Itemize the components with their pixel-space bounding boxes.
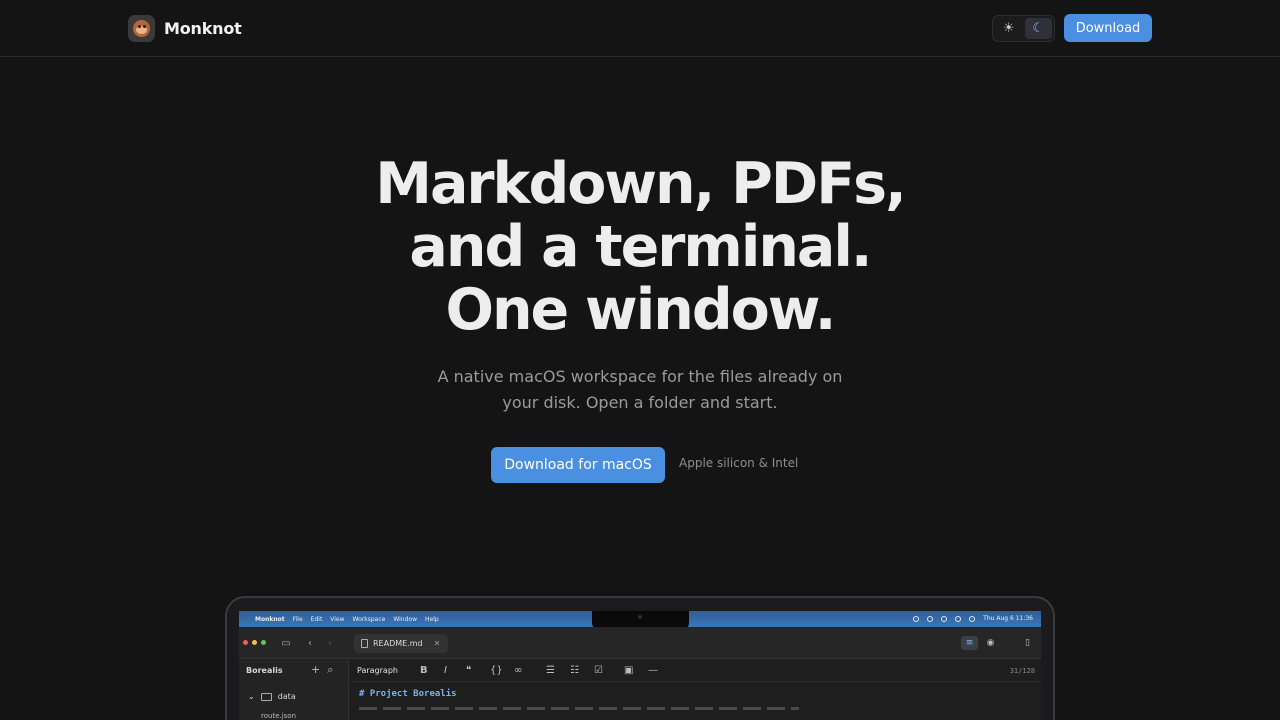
theme-toggle: ☀ ☾ (992, 15, 1055, 42)
forward-arrow-icon: › (328, 637, 332, 649)
search-icon: ⌕ (327, 663, 334, 676)
markdown-editor: Paragraph B I ❝ {} ∞ ☰ ☷ ☑ ▣ — 31/128 # … (350, 660, 1041, 720)
sidebar-toggle-icon: ▭ (281, 637, 291, 649)
code-braces-icon: {} (490, 665, 503, 676)
status-icon (941, 615, 948, 622)
menubar-app-name: Monknot (255, 615, 285, 623)
header-download-button[interactable]: Download (1064, 14, 1152, 42)
sidebar-tools: + ⌕ (311, 663, 333, 677)
image-icon: ▣ (624, 665, 634, 676)
moon-icon[interactable]: ☾ (1024, 18, 1052, 39)
view-mode-toggle: ≡ ◉ ▯ (961, 636, 1036, 650)
close-window-icon (243, 640, 248, 645)
preview-eye-icon: ◉ (986, 638, 995, 648)
source-view-icon: ≡ (961, 636, 978, 650)
formatting-toolbar: Paragraph B I ❝ {} ∞ ☰ ☷ ☑ ▣ — 31/128 (350, 660, 1041, 682)
hero-title-line: One window. (445, 277, 837, 343)
folder-label: data (277, 692, 296, 701)
workspace-name: Borealis (246, 666, 283, 675)
menubar-item: Window (393, 615, 418, 623)
menubar-status-area: Thu Aug 6 11:36 (913, 615, 1033, 622)
menubar-item: Help (425, 615, 439, 623)
markdown-heading-line: # Project Borealis (359, 689, 457, 699)
file-tab-label: README.md (373, 639, 423, 648)
status-icon (927, 615, 934, 622)
file-sidebar: Borealis + ⌕ ⌄ data route.json (239, 660, 349, 720)
chevron-down-icon: ⌄ (248, 692, 255, 701)
site-header: Monknot ☀ ☾ Download (0, 0, 1280, 57)
menubar-item: Workspace (352, 615, 386, 623)
platform-note: Apple silicon & Intel (679, 456, 799, 470)
download-for-macos-button[interactable]: Download for macOS (491, 447, 665, 483)
menubar-clock: Thu Aug 6 11:36 (983, 615, 1033, 622)
markdown-text-line (359, 707, 799, 710)
bullet-list-icon: ☰ (546, 665, 555, 676)
brand-name: Monknot (164, 19, 242, 38)
close-tab-icon: ✕ (433, 639, 441, 648)
folder-icon (260, 692, 272, 701)
link-icon: ∞ (514, 665, 523, 676)
inspector-toggle-icon: ▯ (1025, 638, 1030, 648)
numbered-list-icon: ☷ (570, 665, 579, 676)
zoom-window-icon (261, 640, 266, 645)
minimize-window-icon (252, 640, 257, 645)
menubar-item: View (330, 615, 345, 623)
window-controls (243, 640, 266, 645)
block-type-select: Paragraph (357, 666, 398, 675)
file-row: route.json (261, 712, 297, 720)
hero-subtitle: A native macOS workspace for the files a… (437, 367, 843, 412)
search-icon (969, 615, 976, 622)
menubar-item: File (292, 615, 303, 623)
quote-icon: ❝ (466, 665, 472, 676)
italic-icon: I (444, 665, 447, 676)
horizontal-rule-icon: — (648, 665, 658, 676)
checklist-icon: ☑ (594, 665, 603, 676)
bold-icon: B (420, 665, 428, 676)
document-icon (361, 639, 368, 648)
add-icon: + (311, 663, 321, 676)
hero-title-line: and a terminal. (409, 214, 872, 280)
hero-title: Markdown, PDFs, and a terminal. One wind… (240, 153, 1040, 342)
file-tab: README.md ✕ (354, 634, 448, 653)
wifi-icon (955, 615, 962, 622)
app-screenshot: Monknot File Edit View Workspace Window … (239, 611, 1041, 720)
hero-title-line: Markdown, PDFs, (375, 151, 907, 217)
monkey-logo-icon (128, 15, 155, 42)
sun-icon[interactable]: ☀ (995, 18, 1023, 39)
selection-counter: 31/128 (1009, 667, 1035, 675)
folder-row: ⌄ data (248, 692, 296, 701)
status-icon (913, 615, 920, 622)
app-toolbar: ▭ ‹ › README.md ✕ ≡ ◉ ▯ (239, 627, 1041, 659)
menubar-item: Edit (310, 615, 323, 623)
back-arrow-icon: ‹ (308, 637, 312, 649)
brand-link[interactable]: Monknot (128, 15, 242, 42)
